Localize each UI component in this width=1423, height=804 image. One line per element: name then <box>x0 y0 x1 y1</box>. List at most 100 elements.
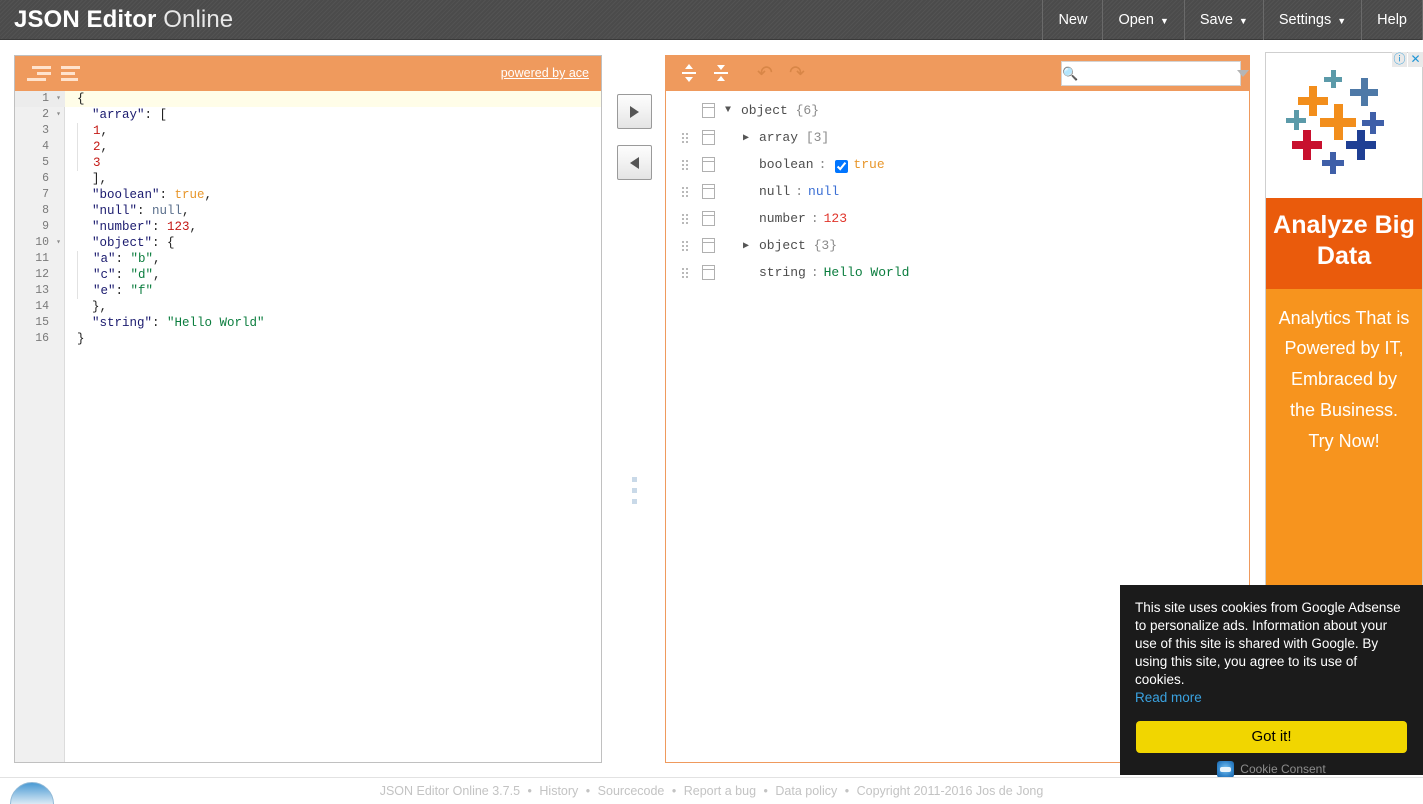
footer-separator: • <box>527 784 532 798</box>
menu-item-save[interactable]: Save ▼ <box>1183 0 1263 40</box>
line-number: 9 <box>42 220 49 233</box>
tree-field-value[interactable]: {3} <box>814 238 837 253</box>
app-header: JSON Editor Online New Open ▼ Save ▼ Set… <box>0 0 1423 40</box>
context-menu-icon[interactable] <box>702 265 715 280</box>
redo-icon[interactable]: ↷ <box>784 63 810 85</box>
tree-row[interactable]: ▶ object {3} <box>666 232 1249 259</box>
tree-field-value[interactable]: true <box>853 157 884 172</box>
footer-link-history[interactable]: History <box>539 784 578 798</box>
code-line: 13 "e": "f" <box>15 283 601 299</box>
code-token: }, <box>77 300 108 314</box>
powered-by-ace-link[interactable]: powered by ace <box>501 66 589 80</box>
menu-item-open[interactable]: Open ▼ <box>1102 0 1183 40</box>
footer-link-sourcecode[interactable]: Sourcecode <box>598 784 665 798</box>
code-editor-panel: powered by ace 1 ▾{2 ▾ "array": [3 1, 4 2, 5… <box>14 55 602 763</box>
compact-icon[interactable] <box>61 64 89 84</box>
expand-toggle-icon[interactable]: ▼ <box>719 105 737 116</box>
expand-toggle-icon[interactable]: ▶ <box>737 132 755 144</box>
tree-separator: : <box>810 211 819 226</box>
context-menu-icon[interactable] <box>702 238 715 253</box>
undo-icon[interactable]: ↶ <box>752 63 778 85</box>
format-icon[interactable] <box>27 64 55 84</box>
fold-toggle-icon[interactable]: ▾ <box>56 235 61 251</box>
tree-field-value[interactable]: 123 <box>824 211 847 226</box>
expand-toggle-icon[interactable]: ▶ <box>737 240 755 252</box>
ad-headline: Analyze Big Data <box>1266 198 1422 289</box>
cookie-accept-button[interactable]: Got it! <box>1136 720 1407 753</box>
collapse-all-icon[interactable] <box>708 63 734 85</box>
line-number: 6 <box>42 172 49 185</box>
footer-link-report-a-bug[interactable]: Report a bug <box>684 784 756 798</box>
tree-row[interactable]: ▶ array [3] <box>666 124 1249 151</box>
menu-item-help[interactable]: Help <box>1361 0 1423 40</box>
tree-field-name[interactable]: array <box>759 130 798 145</box>
fold-toggle-icon[interactable]: ▾ <box>56 91 61 107</box>
drag-handle-icon[interactable] <box>674 184 696 200</box>
drag-handle-icon[interactable] <box>674 130 696 146</box>
code-line: 16} <box>15 331 601 347</box>
search-next-icon[interactable] <box>1237 70 1249 77</box>
tree-field-name[interactable]: string <box>759 265 806 280</box>
tree-row[interactable]: ▼ object {6} <box>666 97 1249 124</box>
tree-row[interactable]: ▶string:Hello World <box>666 259 1249 286</box>
boolean-checkbox[interactable] <box>835 160 849 173</box>
context-menu-icon[interactable] <box>702 130 715 145</box>
line-number: 16 <box>35 332 49 345</box>
footer-link-data-policy[interactable]: Data policy <box>775 784 837 798</box>
line-number: 5 <box>42 156 49 169</box>
code-token: "a" <box>78 252 116 266</box>
ad-card[interactable]: Analyze Big Data Analytics That is Power… <box>1265 52 1423 662</box>
tree-row[interactable]: ▶null:null <box>666 178 1249 205</box>
tree-field-name[interactable]: object <box>759 238 806 253</box>
panel-splitter-handle[interactable] <box>629 470 639 510</box>
fold-toggle-icon[interactable]: ▾ <box>56 107 61 123</box>
cookie-read-more-link[interactable]: Read more <box>1135 690 1202 705</box>
tree-field-name[interactable]: number <box>759 211 806 226</box>
drag-handle-icon[interactable] <box>674 265 696 281</box>
code-token: : <box>152 316 168 330</box>
copy-to-code-button[interactable] <box>617 145 652 180</box>
tree-field-value[interactable]: Hello World <box>824 265 910 280</box>
context-menu-icon[interactable] <box>702 103 715 118</box>
context-menu-icon[interactable] <box>702 157 715 172</box>
menu-label-save: Save <box>1199 11 1233 28</box>
code-line: 4 2, <box>15 139 601 155</box>
footer-separator: • <box>671 784 677 798</box>
code-line-text: } <box>65 331 85 347</box>
ad-info-icon[interactable]: ⓘ <box>1392 52 1407 67</box>
code-editor-body[interactable]: 1 ▾{2 ▾ "array": [3 1, 4 2, 5 36 ], 7 "boolea… <box>15 91 601 762</box>
code-token: "array" <box>77 108 145 122</box>
code-token: : [ <box>144 108 168 122</box>
ad-logo <box>1266 53 1422 198</box>
tree-field-value[interactable]: null <box>808 184 839 199</box>
context-menu-icon[interactable] <box>702 211 715 226</box>
code-line-text: "a": "b", <box>77 251 161 267</box>
menu-item-settings[interactable]: Settings ▼ <box>1262 0 1361 40</box>
drag-handle-icon[interactable] <box>674 238 696 254</box>
ad-close-icon[interactable]: ✕ <box>1408 52 1423 67</box>
menu-item-new[interactable]: New <box>1042 0 1102 40</box>
context-menu-icon[interactable] <box>702 184 715 199</box>
tree-field-name[interactable]: object <box>741 103 788 118</box>
code-line-text: "null": null, <box>65 203 190 219</box>
copy-to-tree-button[interactable] <box>617 94 652 129</box>
tree-field-value[interactable]: {6} <box>796 103 819 118</box>
brand-light: Online <box>163 5 234 33</box>
corner-widget-icon[interactable] <box>10 782 54 804</box>
drag-handle-icon[interactable] <box>674 157 696 173</box>
tree-field-value[interactable]: [3] <box>806 130 829 145</box>
cookie-consent-icon <box>1217 760 1235 778</box>
tree-row[interactable]: ▶number:123 <box>666 205 1249 232</box>
tree-field-name[interactable]: boolean <box>759 157 814 172</box>
arrow-left-icon <box>630 156 639 169</box>
expand-all-icon[interactable] <box>676 63 702 85</box>
search-input[interactable] <box>1078 63 1238 84</box>
line-number: 10 ▾ <box>35 235 61 251</box>
code-line: 12 "c": "d", <box>15 267 601 283</box>
tree-row[interactable]: ▶boolean:true <box>666 151 1249 178</box>
code-line: 7 "boolean": true, <box>15 187 601 203</box>
drag-handle-icon[interactable] <box>674 211 696 227</box>
search-box: 🔍 <box>1061 61 1249 86</box>
tree-field-name[interactable]: null <box>759 184 790 199</box>
